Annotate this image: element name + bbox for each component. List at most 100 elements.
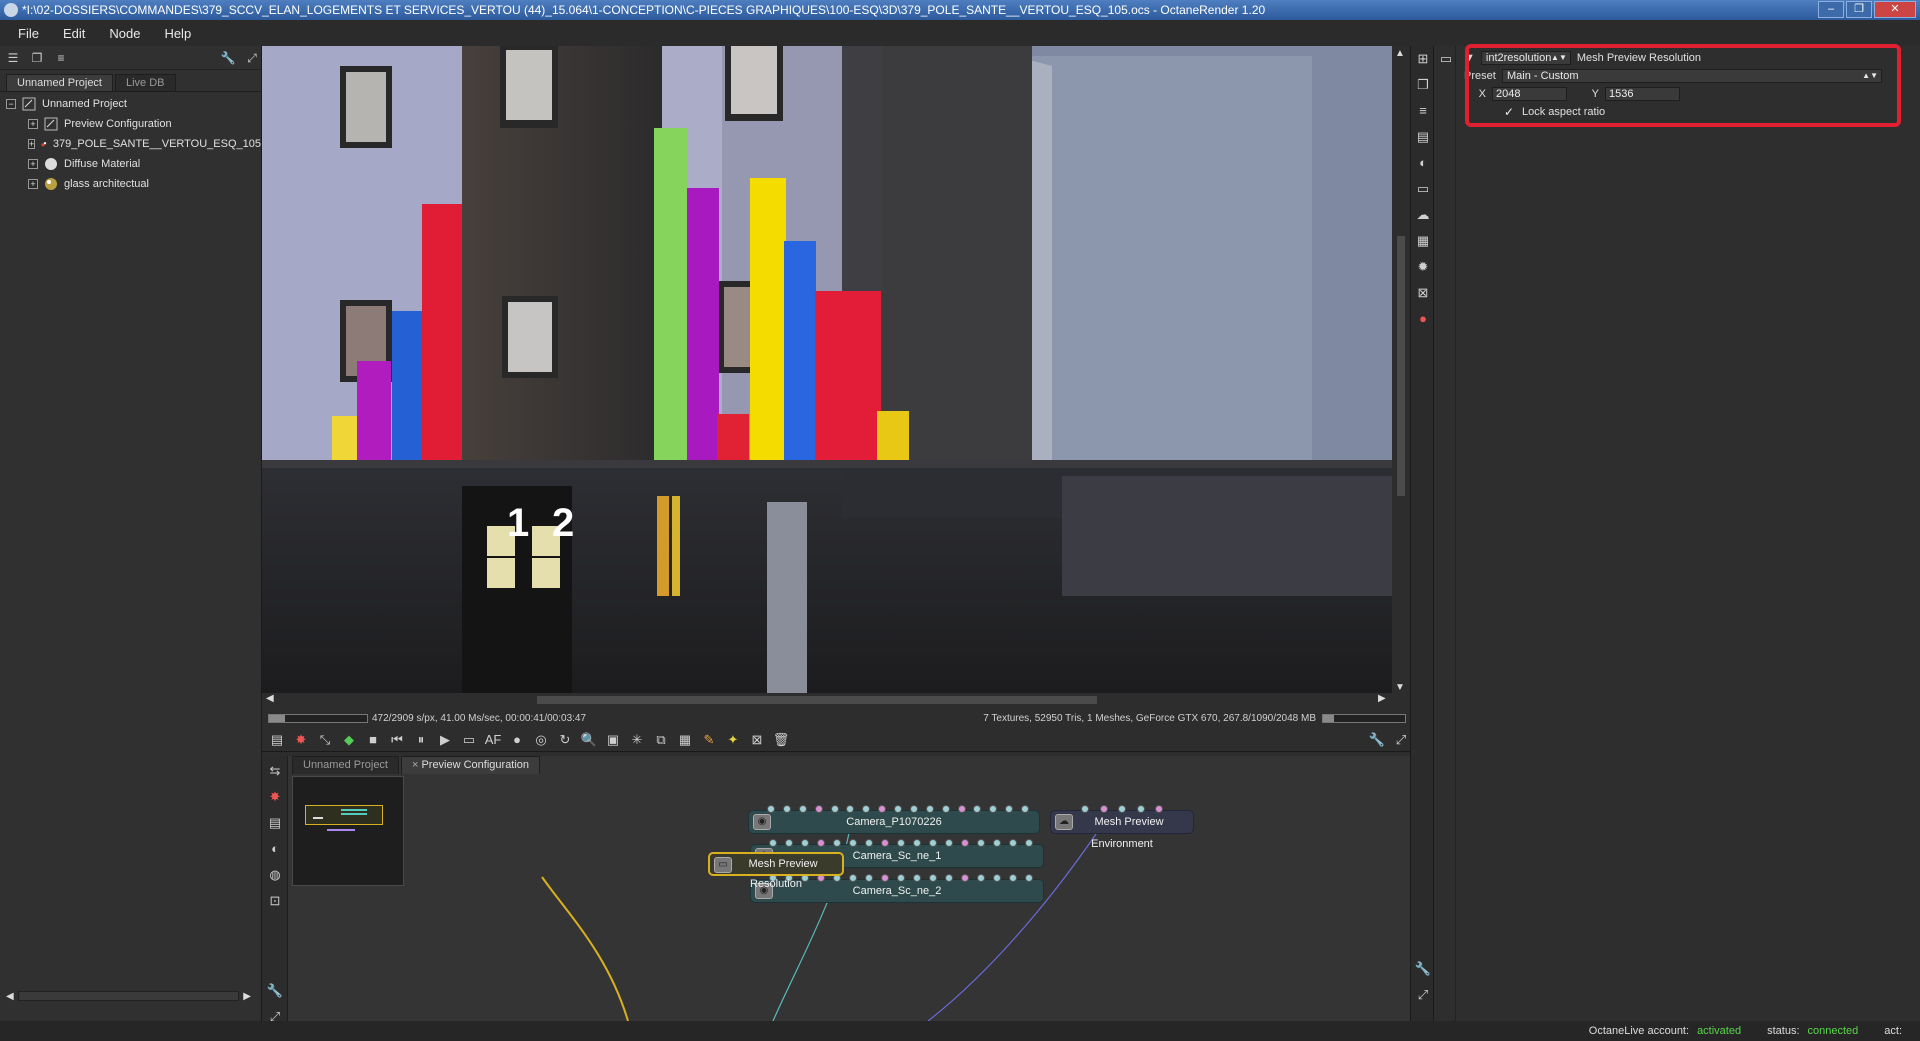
camera-node-icon[interactable]: ⊡ <box>266 892 284 910</box>
grid-icon[interactable]: ⊠ <box>1414 284 1432 302</box>
expand-toggle[interactable]: + <box>28 139 36 149</box>
wrench-icon[interactable]: 🔧 <box>1368 731 1386 749</box>
scroll-up-icon[interactable]: ▲ <box>1395 48 1405 59</box>
lock-aspect-checkbox[interactable]: ✓ <box>1504 106 1516 118</box>
image-icon[interactable]: ▤ <box>1414 128 1432 146</box>
display-icon[interactable]: ▭ <box>460 731 478 749</box>
wrench-icon[interactable]: 🔧 <box>266 982 284 1000</box>
tab-preview-configuration[interactable]: × Preview Configuration <box>401 756 541 774</box>
texture-icon[interactable]: ▦ <box>1414 232 1432 250</box>
node-minimap[interactable] <box>292 776 404 886</box>
stack-icon[interactable]: ❐ <box>28 50 46 66</box>
maximize-button[interactable]: ❐ <box>1846 1 1872 18</box>
sphere-icon[interactable]: ● <box>508 731 526 749</box>
resolution-icon[interactable]: ▭ <box>1414 180 1432 198</box>
node-graph-icon[interactable]: ⇆ <box>266 762 284 780</box>
scroll-right-icon[interactable]: ▶ <box>1378 693 1386 704</box>
clay-mode-icon[interactable]: ✸ <box>292 731 310 749</box>
sparkle-icon[interactable]: ✳ <box>628 731 646 749</box>
tab-close-icon[interactable]: × <box>412 759 418 771</box>
tree-item-mesh[interactable]: + 379_POLE_SANTE__VERTOU_ESQ_105 <box>6 134 261 154</box>
wrench-icon[interactable]: 🔧 <box>219 50 237 66</box>
play-icon[interactable]: ▶ <box>436 731 454 749</box>
outliner-scrollbar[interactable]: ◀ ▶ <box>6 989 251 1003</box>
render-stats-text: 7 Textures, 52950 Tris, 1 Meshes, GeForc… <box>983 712 1316 724</box>
node-editor-tabs: Unnamed Project × Preview Configuration <box>292 756 542 774</box>
wrench-icon[interactable]: 🔧 <box>1414 960 1432 978</box>
mesh-icon[interactable]: ◐ <box>1414 154 1432 172</box>
menu-edit[interactable]: Edit <box>51 26 97 41</box>
viewport-vertical-scrollbar[interactable]: ▲ ▼ <box>1392 46 1410 696</box>
lock-aspect-label: Lock aspect ratio <box>1522 106 1606 118</box>
resolution-icon: ▭ <box>714 857 732 873</box>
expand-tree-icon[interactable]: ☰ <box>4 50 22 66</box>
lock-icon[interactable]: ⊠ <box>748 731 766 749</box>
trash-icon[interactable]: 🗑 <box>772 731 790 749</box>
image-node-icon[interactable]: ▤ <box>266 814 284 832</box>
stop-icon[interactable]: ■ <box>364 731 382 749</box>
tree-item-diffuse-material[interactable]: + Diffuse Material <box>6 154 261 174</box>
paint-icon[interactable]: ✎ <box>700 731 718 749</box>
camera-node-main[interactable]: ◉ Camera_P1070226 <box>748 805 1040 834</box>
scroll-thumb[interactable] <box>537 696 1097 704</box>
environment-icon[interactable]: ☁ <box>1414 206 1432 224</box>
collapse-tree-icon[interactable]: ≡ <box>52 50 70 66</box>
x-resolution-field[interactable]: 2048 <box>1492 87 1567 101</box>
updown-arrow-icon: ▲▼ <box>1862 71 1878 80</box>
texture-icon[interactable]: ◍ <box>266 866 284 884</box>
scroll-track[interactable] <box>17 991 240 1001</box>
minimize-button[interactable]: – <box>1818 1 1844 18</box>
rotate-icon[interactable]: ↻ <box>556 731 574 749</box>
inspector-icon[interactable]: ⊞ <box>1414 50 1432 68</box>
expand-toggle[interactable]: + <box>28 119 38 129</box>
preset-select[interactable]: Main - Custom ▲▼ <box>1502 69 1882 83</box>
tree-item-glass-material[interactable]: + glass architectual <box>6 174 261 194</box>
y-resolution-field[interactable]: 1536 <box>1605 87 1680 101</box>
pause-icon[interactable]: ⏸ <box>412 731 430 749</box>
scroll-left-icon[interactable]: ◀ <box>6 991 14 1002</box>
layers-icon[interactable]: ❐ <box>1414 76 1432 94</box>
restart-icon[interactable]: ⏮ <box>388 731 406 749</box>
color-cube-icon[interactable]: ◆ <box>340 731 358 749</box>
pick-icon[interactable]: ◎ <box>532 731 550 749</box>
viewport-horizontal-scrollbar[interactable]: ◀ ▶ <box>262 693 1392 707</box>
tree-root[interactable]: − Unnamed Project <box>6 94 261 114</box>
node-canvas[interactable]: ◉ Camera_P1070226 ◉ Camera_Sc_ne_1 ◉ Cam… <box>288 774 1410 1021</box>
image-icon[interactable]: ▦ <box>676 731 694 749</box>
scroll-right-icon[interactable]: ▶ <box>243 991 251 1002</box>
material-icon[interactable]: ● <box>1414 310 1432 328</box>
clay-mode-icon[interactable]: ✸ <box>266 788 284 806</box>
copy-icon[interactable]: ⧉ <box>652 731 670 749</box>
tab-unnamed-project[interactable]: Unnamed Project <box>292 756 399 774</box>
collapse-toggle[interactable]: − <box>6 99 16 109</box>
node-type-select[interactable]: int2resolution ▲▼ <box>1480 51 1571 65</box>
expand-toggle[interactable]: + <box>28 179 38 189</box>
environment-node[interactable]: ☁ Mesh Preview Environment <box>1050 805 1194 850</box>
close-button[interactable]: ✕ <box>1874 1 1916 18</box>
fullscreen-icon[interactable]: ⤢ <box>1414 986 1432 1004</box>
menu-file[interactable]: File <box>6 26 51 41</box>
save-render-icon[interactable]: ▤ <box>268 731 286 749</box>
render-viewport[interactable]: 1 2 <box>262 46 1392 696</box>
list-icon[interactable]: ≡ <box>1414 102 1432 120</box>
af-icon[interactable]: AF <box>484 731 502 749</box>
zoom-icon[interactable]: 🔍 <box>580 731 598 749</box>
tree-item-preview-configuration[interactable]: + Preview Configuration <box>6 114 261 134</box>
tab-live-db[interactable]: Live DB <box>115 74 176 91</box>
resolution-node[interactable]: ▭ Mesh Preview Resolution <box>708 852 844 890</box>
fullscreen-icon[interactable]: ⤢ <box>1392 731 1410 749</box>
sun-icon[interactable]: ✹ <box>1414 258 1432 276</box>
expand-toggle[interactable]: + <box>28 159 38 169</box>
collapse-triangle-icon[interactable]: ▼ <box>1464 52 1475 64</box>
region-icon[interactable]: ⤡ <box>316 731 334 749</box>
light-icon[interactable]: ✦ <box>724 731 742 749</box>
material-icon[interactable]: ◐ <box>266 840 284 858</box>
tab-unnamed-project[interactable]: Unnamed Project <box>6 74 113 91</box>
frame-icon[interactable]: ▣ <box>604 731 622 749</box>
menu-help[interactable]: Help <box>152 26 203 41</box>
menu-node[interactable]: Node <box>97 26 152 41</box>
scroll-thumb[interactable] <box>1397 236 1405 496</box>
scroll-left-icon[interactable]: ◀ <box>266 693 274 704</box>
scroll-down-icon[interactable]: ▼ <box>1395 682 1405 693</box>
fullscreen-icon[interactable]: ⤢ <box>243 50 261 66</box>
